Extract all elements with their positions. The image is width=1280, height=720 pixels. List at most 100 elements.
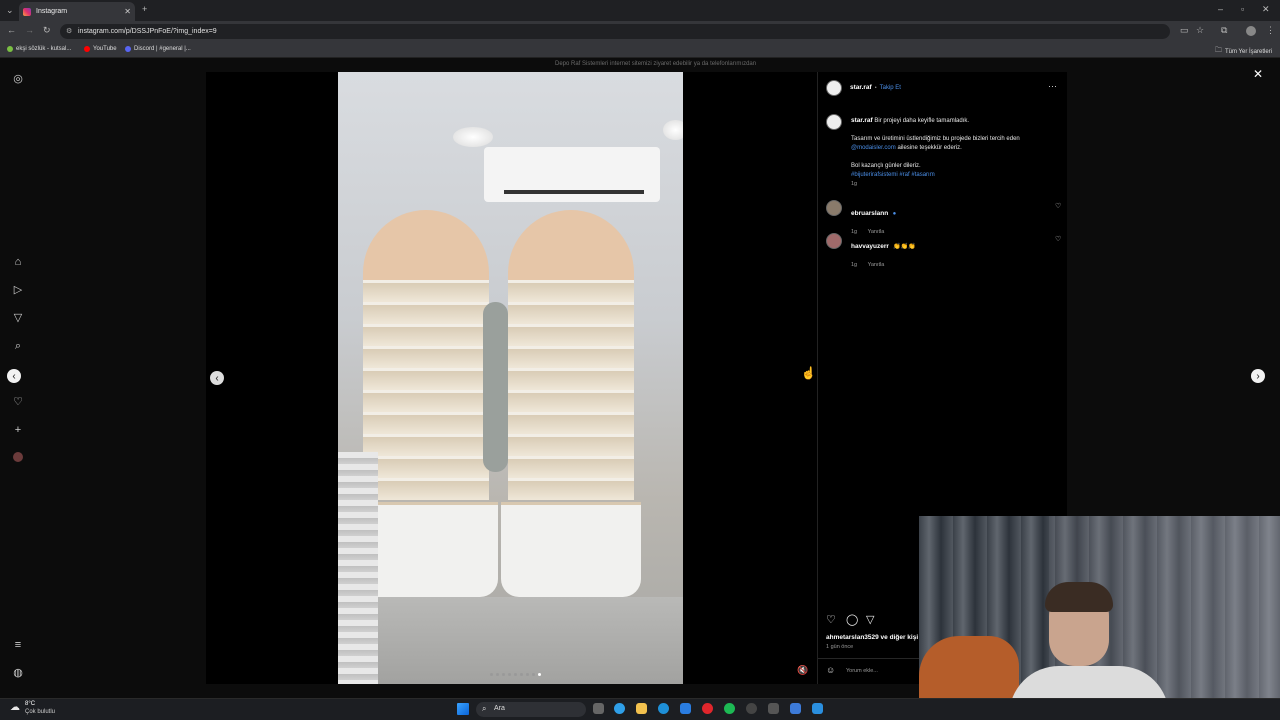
previous-image-button[interactable]: ‹: [210, 371, 224, 385]
webcam-overlay: [919, 516, 1280, 720]
close-window-icon[interactable]: ✕: [1262, 4, 1270, 15]
minimize-icon[interactable]: –: [1218, 4, 1223, 14]
bookmark-label: Discord | #general |...: [134, 46, 191, 52]
notifications-heart-icon[interactable]: ♡: [12, 396, 24, 408]
mute-icon[interactable]: 🔇: [797, 665, 808, 676]
emoji-icon[interactable]: ☺: [826, 665, 835, 675]
messages-icon[interactable]: ▽: [12, 312, 24, 324]
taskbar-search-input[interactable]: ⌕ Ara: [476, 702, 586, 717]
app-icon[interactable]: [768, 703, 779, 714]
next-post-button[interactable]: ›: [1251, 369, 1265, 383]
post-video[interactable]: [338, 72, 683, 684]
profile-avatar-icon[interactable]: [13, 452, 23, 462]
comment-bubble-icon[interactable]: ◯: [846, 613, 858, 626]
hashtags[interactable]: #bijuterirafsistemi #raf #tasarım: [851, 172, 935, 178]
chrome-menu-icon[interactable]: ⋮: [1266, 25, 1275, 36]
instagram-logo-icon[interactable]: ◎: [12, 73, 24, 85]
task-view-icon[interactable]: [593, 703, 604, 714]
close-post-icon[interactable]: ✕: [1253, 67, 1263, 81]
weather-temp: 8°C: [25, 701, 36, 707]
carousel-dot: [520, 673, 523, 676]
likes-summary[interactable]: ahmetarslan3529 ve diğer kişi: [826, 634, 918, 641]
floor: [338, 597, 683, 684]
air-conditioner: [484, 147, 660, 202]
edge-icon[interactable]: [658, 703, 669, 714]
tab-search-icon[interactable]: ⌄: [6, 5, 14, 16]
reels-icon[interactable]: ▷: [12, 284, 24, 296]
menu-icon[interactable]: ≡: [12, 639, 24, 651]
reload-icon[interactable]: ↻: [43, 25, 51, 36]
bookmarks-bar: ekşi sözlük - kutsal... YouTube Discord …: [0, 42, 1280, 58]
verified-badge-icon: ●: [892, 211, 897, 217]
app-icon[interactable]: [812, 703, 823, 714]
app-icon[interactable]: [790, 703, 801, 714]
extensions-icon[interactable]: ⧉: [1221, 25, 1227, 36]
threads-icon[interactable]: ◍: [12, 667, 24, 679]
create-plus-icon[interactable]: +: [12, 424, 24, 436]
comment-like-heart-icon[interactable]: ♡: [1055, 202, 1061, 210]
caption-author-avatar[interactable]: [826, 114, 842, 130]
follow-button[interactable]: Takip Et: [880, 85, 901, 91]
comment-text: 👏👏👏: [893, 244, 916, 250]
weather-cloud-icon[interactable]: ☁: [10, 702, 20, 713]
url-input[interactable]: ⚙ instagram.com/p/DSSJPnFoE/?img_index=9: [60, 24, 1170, 39]
search-icon[interactable]: ⌕: [12, 340, 24, 352]
obs-icon[interactable]: [746, 703, 757, 714]
author-avatar[interactable]: [826, 80, 842, 96]
explore-icon[interactable]: ‹: [7, 369, 21, 383]
tab-instagram[interactable]: Instagram ✕: [19, 2, 135, 21]
file-explorer-icon[interactable]: [636, 703, 647, 714]
caption-username[interactable]: star.raf: [851, 117, 873, 124]
maximize-icon[interactable]: ▫: [1241, 4, 1244, 14]
back-icon[interactable]: ←: [7, 25, 16, 35]
author-username[interactable]: star.raf: [850, 84, 872, 91]
browser-tab-bar: ⌄ Instagram ✕ + – ▫ ✕: [0, 0, 1280, 21]
caption-line3: Bol kazançlı günler dileriz.: [851, 163, 921, 169]
bookmark-label: YouTube: [93, 46, 117, 52]
carousel-dot: [490, 673, 493, 676]
caption-lead: Bir projeyi daha keyifle tamamladık.: [874, 118, 970, 124]
site-info-icon[interactable]: ⚙: [66, 27, 72, 35]
profile-avatar[interactable]: [1246, 26, 1256, 36]
carousel-dot: [508, 673, 511, 676]
cast-icon[interactable]: ▭: [1180, 25, 1189, 36]
reply-button[interactable]: Yanıtla: [868, 262, 885, 268]
new-tab-icon[interactable]: +: [142, 4, 147, 14]
shelf-rows: [363, 280, 489, 500]
shelf-rows: [508, 280, 634, 500]
close-tab-icon[interactable]: ✕: [124, 7, 131, 16]
commenter-avatar[interactable]: [826, 233, 842, 249]
cursor-icon: ☝: [801, 366, 816, 380]
comment-username[interactable]: ebruarslann: [851, 210, 888, 217]
comment-username[interactable]: havvayuzerr: [851, 243, 889, 250]
eksi-favicon-icon: [7, 46, 13, 52]
bookmark-label: Tüm Yer İşaretleri: [1225, 48, 1273, 55]
mention-link[interactable]: @modaisler.com: [851, 145, 896, 151]
discord-favicon-icon: [125, 46, 131, 52]
bookmark-eksi[interactable]: ekşi sözlük - kutsal...: [7, 46, 71, 52]
bookmark-discord[interactable]: Discord | #general |...: [125, 46, 191, 52]
tab-title: Instagram: [36, 8, 68, 15]
commenter-avatar[interactable]: [826, 200, 842, 216]
like-heart-icon[interactable]: ♡: [826, 613, 836, 626]
more-options-icon[interactable]: ···: [1048, 81, 1057, 91]
bookmark-all[interactable]: 🗀 Tüm Yer İşaretleri: [1215, 46, 1272, 57]
home-icon[interactable]: ⌂: [12, 256, 24, 268]
bookmark-label: ekşi sözlük - kutsal...: [16, 46, 72, 52]
comment-like-heart-icon[interactable]: ♡: [1055, 235, 1061, 243]
person-hair: [1045, 582, 1113, 612]
comment-input[interactable]: Yorum ekle...: [846, 668, 878, 674]
bookmark-star-icon[interactable]: ☆: [1196, 25, 1204, 36]
post-header: star.raf • Takip Et: [850, 84, 901, 91]
url-text: instagram.com/p/DSSJPnFoE/?img_index=9: [78, 28, 217, 35]
opera-icon[interactable]: [702, 703, 713, 714]
forward-icon[interactable]: →: [25, 25, 34, 35]
chrome-app-icon[interactable]: [614, 703, 625, 714]
mail-icon[interactable]: [680, 703, 691, 714]
spotify-icon[interactable]: [724, 703, 735, 714]
start-windows-icon[interactable]: [457, 703, 469, 715]
mirror-column: [483, 302, 508, 472]
bookmark-youtube[interactable]: YouTube: [84, 46, 117, 52]
ceiling-lamp: [453, 127, 493, 147]
share-icon[interactable]: ▽: [866, 613, 874, 626]
